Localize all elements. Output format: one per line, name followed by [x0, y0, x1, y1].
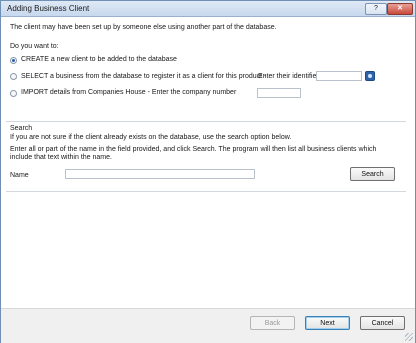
option-select-label[interactable]: SELECT a business from the database to r…	[21, 73, 266, 80]
back-button[interactable]: Back	[250, 316, 295, 330]
next-button[interactable]: Next	[305, 316, 350, 330]
search-go-icon[interactable]	[365, 71, 375, 81]
button-bar: Back Next Cancel	[1, 308, 415, 343]
search-group-bottom	[6, 191, 406, 192]
resize-grip-icon[interactable]	[405, 333, 413, 341]
window-title: Adding Business Client	[7, 4, 90, 13]
search-help-line-3: include that text within the name.	[10, 154, 112, 161]
option-create-label[interactable]: CREATE a new client to be added to the d…	[21, 56, 177, 63]
radio-create[interactable]	[10, 57, 17, 64]
search-group-divider	[6, 121, 406, 122]
question-text: Do you want to:	[10, 43, 59, 50]
adding-business-client-dialog: Adding Business Client ? ✕ The client ma…	[0, 0, 416, 343]
close-button[interactable]: ✕	[387, 3, 413, 15]
identifier-label: Enter their identifier	[258, 73, 319, 80]
name-input[interactable]	[65, 169, 255, 179]
search-button[interactable]: Search	[350, 167, 395, 181]
search-help-line-1: If you are not sure if the client alread…	[10, 134, 292, 141]
radio-import[interactable]	[10, 90, 17, 97]
radio-select[interactable]	[10, 73, 17, 80]
search-heading: Search	[10, 125, 33, 132]
identifier-input[interactable]	[316, 71, 362, 81]
search-help-line-2: Enter all or part of the name in the fie…	[10, 146, 377, 153]
dialog-body: The client may have been set up by someo…	[1, 17, 415, 343]
intro-text: The client may have been set up by someo…	[10, 24, 277, 31]
company-number-input[interactable]	[257, 88, 301, 98]
help-button[interactable]: ?	[365, 3, 387, 15]
name-label: Name	[10, 172, 29, 179]
title-bar: Adding Business Client ? ✕	[1, 1, 415, 17]
option-import-label[interactable]: IMPORT details from Companies House - En…	[21, 89, 236, 96]
cancel-button[interactable]: Cancel	[360, 316, 405, 330]
